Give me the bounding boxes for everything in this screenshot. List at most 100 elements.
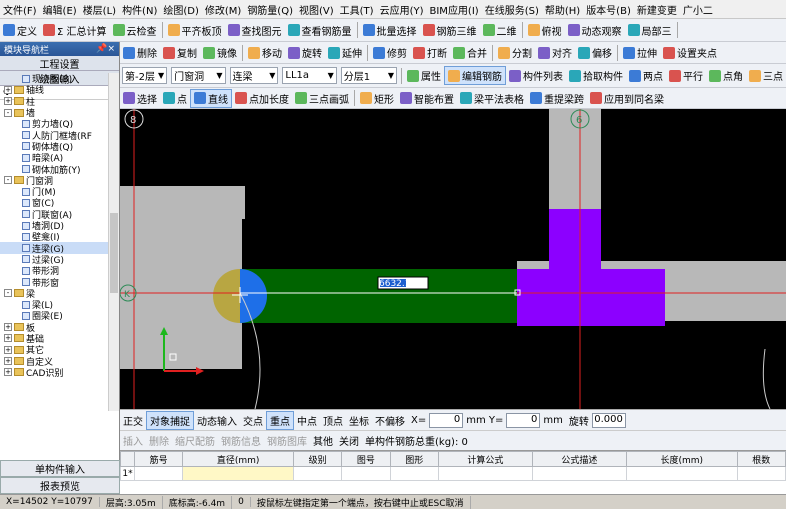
toolbar-button-13[interactable]: 设置夹点 — [660, 43, 720, 62]
toolbar-button-6[interactable]: 批量选择 — [360, 21, 420, 40]
pin-icon[interactable]: 📌 — [96, 44, 107, 54]
menu-item-15[interactable]: 广小二 — [680, 2, 716, 17]
expand-icon[interactable]: + — [4, 97, 12, 106]
snap-button-0[interactable]: 正交 — [120, 411, 146, 430]
snap-button-2[interactable]: 动态输入 — [194, 411, 240, 430]
toolbar-button-11[interactable]: 偏移 — [575, 43, 615, 62]
tree-scrollbar[interactable] — [108, 73, 119, 411]
toolbar-button-3[interactable]: 移动 — [245, 43, 285, 62]
toolbar-button-7[interactable]: 打断 — [410, 43, 450, 62]
combo-floor[interactable]: 第-2层 ▼ — [122, 67, 168, 84]
toolbar-button-12[interactable]: 拉伸 — [620, 43, 660, 62]
tree-node-26[interactable]: + CAD识别 — [0, 367, 108, 379]
menu-item-5[interactable]: 修改(M) — [202, 2, 244, 17]
grid-tool-6[interactable]: 关闭 — [336, 431, 362, 450]
tree-node-21[interactable]: 圈梁(E) — [0, 310, 108, 322]
toolbar-button-4[interactable]: 旋转 — [285, 43, 325, 62]
toolbar-button-2[interactable]: 云检查 — [110, 21, 160, 40]
toolbar-button-8[interactable]: 二维 — [480, 21, 520, 40]
grid-tool-3[interactable]: 钢筋信息 — [218, 431, 264, 450]
toolbar-button-7[interactable]: 钢筋三维 — [420, 21, 480, 40]
toolbar-button-10[interactable]: 动态观察 — [565, 21, 625, 40]
combo-category[interactable]: 门窗洞 ▼ — [171, 67, 226, 84]
menu-item-12[interactable]: 帮助(H) — [542, 2, 583, 17]
toolbar-button-2[interactable]: 镜像 — [200, 43, 240, 62]
tree-node-22[interactable]: + 板 — [0, 322, 108, 334]
toolbar3-button-7[interactable]: 三点 — [746, 66, 786, 85]
snap-x-value[interactable]: 0 — [429, 412, 464, 428]
toolbar-button-3[interactable]: 平齐板顶 — [165, 21, 225, 40]
toolbar3-button-2[interactable]: 构件列表 — [506, 66, 566, 85]
toolbar-button-9[interactable]: 俯视 — [525, 21, 565, 40]
expand-icon[interactable]: + — [4, 357, 12, 366]
toolbar-button-5[interactable]: 查看钢筋量 — [285, 21, 355, 40]
snap-button-7[interactable]: 坐标 — [346, 411, 372, 430]
expand-icon[interactable]: - — [4, 176, 12, 185]
tree-node-18[interactable]: 带形窗 — [0, 276, 108, 289]
toolbar3-button-5[interactable]: 平行 — [666, 66, 706, 85]
tree-node-23[interactable]: + 基础 — [0, 333, 108, 345]
draw-button-2[interactable]: 直线 — [190, 88, 232, 108]
toolbar3-button-1[interactable]: 编辑钢筋 — [444, 66, 506, 85]
toolbar-button-5[interactable]: 延伸 — [325, 43, 365, 62]
draw-button-7[interactable]: 梁平法表格 — [457, 89, 527, 108]
snap-button-8[interactable]: 不偏移 — [372, 411, 408, 430]
menu-item-8[interactable]: 工具(T) — [337, 2, 377, 17]
menu-item-14[interactable]: 新建变更 — [634, 2, 680, 17]
menu-item-6[interactable]: 钢筋量(Q) — [244, 2, 296, 17]
toolbar-button-11[interactable]: 局部三 — [625, 21, 675, 40]
expand-icon[interactable]: - — [4, 108, 12, 117]
expand-icon[interactable]: + — [4, 334, 12, 343]
toolbar3-button-4[interactable]: 两点 — [626, 66, 666, 85]
grid-tool-5[interactable]: 其他 — [310, 431, 336, 450]
draw-button-3[interactable]: 点加长度 — [232, 89, 292, 108]
toolbar3-button-6[interactable]: 点角 — [706, 66, 746, 85]
draw-button-4[interactable]: 三点画弧 — [292, 89, 352, 108]
expand-icon[interactable]: + — [4, 323, 12, 332]
report-preview-button[interactable]: 报表预览 — [0, 477, 120, 494]
combo-layer[interactable]: 分层1 ▼ — [340, 67, 398, 84]
project-settings-button[interactable]: 工程设置 — [0, 56, 119, 71]
menu-item-10[interactable]: BIM应用(I) — [427, 2, 482, 17]
tree-node-2[interactable]: + 柱 — [0, 96, 108, 108]
menu-item-1[interactable]: 编辑(E) — [40, 2, 80, 17]
combo-name[interactable]: LL1a ▼ — [282, 67, 337, 84]
tree-node-19[interactable]: -梁 — [0, 288, 108, 300]
snap-button-5[interactable]: 中点 — [294, 411, 320, 430]
toolbar-button-1[interactable]: 复制 — [160, 43, 200, 62]
snap-y-value[interactable]: 0 — [506, 412, 541, 428]
tree-node-0[interactable]: 现浇板(B) — [0, 73, 108, 85]
grid-tool-0[interactable]: 插入 — [120, 431, 146, 450]
single-component-input-button[interactable]: 单构件输入 — [0, 460, 120, 477]
menu-item-4[interactable]: 绘图(D) — [160, 2, 202, 17]
toolbar-button-0[interactable]: 删除 — [120, 43, 160, 62]
menu-item-2[interactable]: 楼层(L) — [80, 2, 119, 17]
snap-button-3[interactable]: 交点 — [240, 411, 266, 430]
toolbar3-button-3[interactable]: 拾取构件 — [566, 66, 626, 85]
menu-item-7[interactable]: 视图(V) — [296, 2, 337, 17]
expand-icon[interactable]: - — [4, 289, 12, 298]
snap-button-4[interactable]: 重点 — [266, 410, 294, 430]
grid-tool-2[interactable]: 缩尺配筋 — [172, 431, 218, 450]
toolbar-button-9[interactable]: 分割 — [495, 43, 535, 62]
tree-node-8[interactable]: 砌体加筋(Y) — [0, 163, 108, 176]
toolbar-button-8[interactable]: 合并 — [450, 43, 490, 62]
grid-tool-1[interactable]: 删除 — [146, 431, 172, 450]
expand-icon[interactable]: + — [4, 345, 12, 354]
toolbar-button-1[interactable]: Σ 汇总计算 — [40, 21, 110, 40]
expand-icon[interactable]: + — [4, 368, 12, 377]
toolbar-button-4[interactable]: 查找图元 — [225, 21, 285, 40]
draw-button-9[interactable]: 应用到同名梁 — [587, 89, 667, 108]
snap-button-6[interactable]: 顶点 — [320, 411, 346, 430]
toolbar3-button-0[interactable]: 属性 — [404, 66, 444, 85]
snap-button-1[interactable]: 对象捕捉 — [146, 410, 194, 430]
expand-icon[interactable]: + — [4, 85, 12, 94]
menu-item-13[interactable]: 版本号(B) — [583, 2, 634, 17]
grid-tool-4[interactable]: 钢筋图库 — [264, 431, 310, 450]
scrollbar-thumb[interactable] — [110, 213, 118, 293]
toolbar-button-6[interactable]: 修剪 — [370, 43, 410, 62]
tree-node-24[interactable]: + 其它 — [0, 344, 108, 356]
draw-button-8[interactable]: 重提梁跨 — [527, 89, 587, 108]
draw-button-6[interactable]: 智能布置 — [397, 89, 457, 108]
draw-button-0[interactable]: 选择 — [120, 89, 160, 108]
